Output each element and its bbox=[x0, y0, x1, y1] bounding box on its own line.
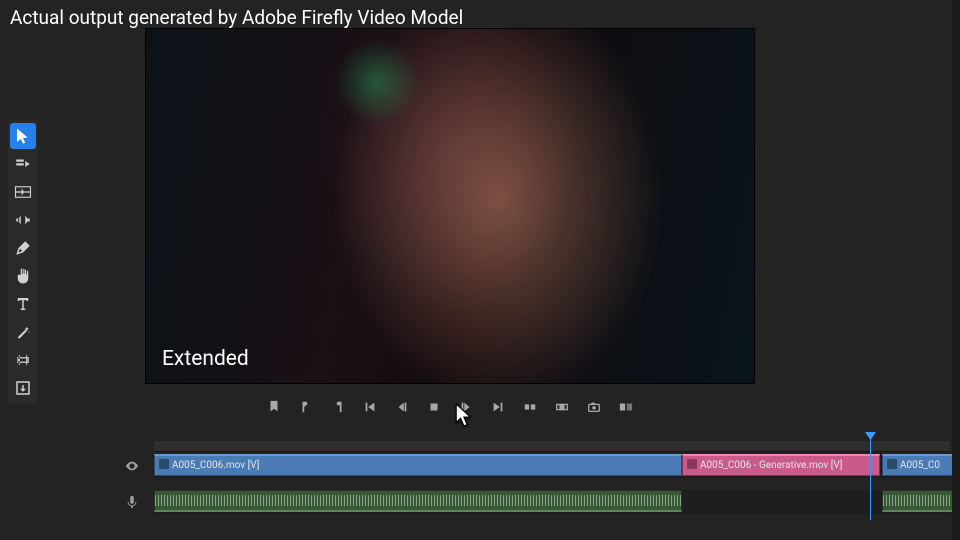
rate-stretch-tool[interactable] bbox=[10, 319, 36, 345]
comparison-view-button[interactable] bbox=[617, 398, 635, 416]
overlay-label: Extended bbox=[162, 347, 249, 371]
ripple-edit-tool[interactable] bbox=[10, 179, 36, 205]
microphone-icon bbox=[125, 495, 139, 509]
rolling-icon bbox=[14, 211, 32, 229]
pen-icon bbox=[14, 239, 32, 257]
step-fwd-icon bbox=[459, 400, 473, 414]
waveform-icon bbox=[155, 495, 681, 506]
stop-icon bbox=[427, 400, 441, 414]
rolling-edit-tool[interactable] bbox=[10, 207, 36, 233]
time-ruler[interactable] bbox=[154, 442, 950, 452]
audio-track-a1[interactable] bbox=[154, 490, 950, 514]
overwrite-icon bbox=[555, 400, 569, 414]
remix-icon bbox=[14, 379, 32, 397]
playhead[interactable] bbox=[870, 436, 871, 520]
clip-label: A005_C006 - Generative.mov [V] bbox=[700, 460, 842, 471]
step-back-icon bbox=[395, 400, 409, 414]
video-clip-main[interactable]: A005_C006.mov [V] bbox=[154, 454, 682, 476]
video-track-toggle[interactable] bbox=[110, 459, 154, 473]
eye-icon bbox=[125, 459, 139, 473]
camera-icon bbox=[587, 400, 601, 414]
slip-tool[interactable] bbox=[10, 347, 36, 373]
transport-controls bbox=[145, 392, 755, 422]
marker-icon bbox=[267, 400, 281, 414]
overwrite-button[interactable] bbox=[553, 398, 571, 416]
mark-out-icon bbox=[331, 400, 345, 414]
remix-tool[interactable] bbox=[10, 375, 36, 401]
mark-in-icon bbox=[299, 400, 313, 414]
audio-clip-main[interactable] bbox=[154, 490, 682, 512]
add-marker-button[interactable] bbox=[265, 398, 283, 416]
pen-tool[interactable] bbox=[10, 235, 36, 261]
mark-in-button[interactable] bbox=[297, 398, 315, 416]
clip-fx-icon bbox=[687, 459, 697, 469]
audio-clip-next[interactable] bbox=[882, 490, 960, 512]
video-clip-next[interactable]: A005_C0 bbox=[882, 454, 960, 476]
tool-toolbar bbox=[8, 120, 38, 404]
step-back-button[interactable] bbox=[393, 398, 411, 416]
hand-icon bbox=[14, 267, 32, 285]
right-rail bbox=[952, 0, 960, 540]
slip-icon bbox=[14, 351, 32, 369]
go-out-icon bbox=[491, 400, 505, 414]
video-clip-generative[interactable]: A005_C006 - Generative.mov [V] bbox=[682, 454, 880, 476]
track-select-tool[interactable] bbox=[10, 151, 36, 177]
export-frame-button[interactable] bbox=[585, 398, 603, 416]
video-track-v1[interactable]: A005_C006.mov [V] A005_C006 - Generative… bbox=[154, 454, 950, 478]
hand-tool[interactable] bbox=[10, 263, 36, 289]
waveform-icon bbox=[883, 495, 960, 506]
compare-icon bbox=[619, 400, 633, 414]
go-to-in-button[interactable] bbox=[361, 398, 379, 416]
ripple-icon bbox=[14, 183, 32, 201]
type-tool[interactable] bbox=[10, 291, 36, 317]
banner-text: Actual output generated by Adobe Firefly… bbox=[10, 6, 463, 29]
clip-label: A005_C0 bbox=[900, 460, 940, 471]
mark-out-button[interactable] bbox=[329, 398, 347, 416]
wand-icon bbox=[14, 323, 32, 341]
insert-button[interactable] bbox=[521, 398, 539, 416]
clip-fx-icon bbox=[887, 459, 897, 469]
play-stop-button[interactable] bbox=[425, 398, 443, 416]
clip-label: A005_C006.mov [V] bbox=[172, 460, 259, 471]
selection-tool[interactable] bbox=[10, 123, 36, 149]
step-forward-button[interactable] bbox=[457, 398, 475, 416]
timeline-panel[interactable]: A005_C006.mov [V] A005_C006 - Generative… bbox=[110, 442, 950, 532]
cursor-icon bbox=[14, 127, 32, 145]
go-to-out-button[interactable] bbox=[489, 398, 507, 416]
type-icon bbox=[14, 295, 32, 313]
clip-fx-icon bbox=[159, 459, 169, 469]
go-in-icon bbox=[363, 400, 377, 414]
video-preview[interactable]: Extended bbox=[146, 29, 754, 383]
insert-icon bbox=[523, 400, 537, 414]
audio-track-toggle[interactable] bbox=[110, 495, 154, 509]
track-select-icon bbox=[14, 155, 32, 173]
program-monitor: Extended bbox=[145, 28, 755, 384]
